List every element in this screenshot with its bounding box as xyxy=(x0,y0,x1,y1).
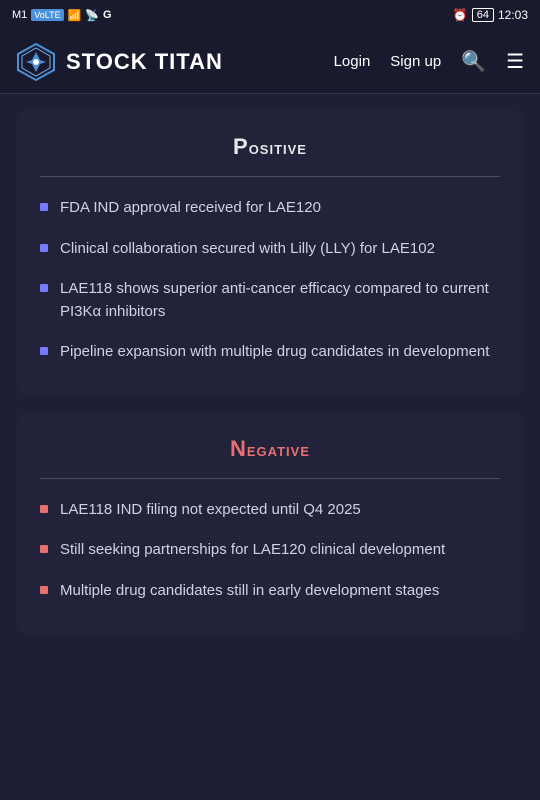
list-item: Multiple drug candidates still in early … xyxy=(40,580,500,603)
menu-icon[interactable]: ☰ xyxy=(506,49,524,74)
status-bar: M1 VoLTE 📶 📡 G ⏰ 64 12:03 xyxy=(0,0,540,30)
list-item: Still seeking partnerships for LAE120 cl… xyxy=(40,539,500,562)
logo-text: STOCK TITAN xyxy=(66,49,223,75)
bullet-marker xyxy=(40,586,48,594)
bullet-marker xyxy=(40,284,48,292)
logo-area: STOCK TITAN xyxy=(16,42,334,82)
negative-divider xyxy=(40,478,500,479)
bullet-marker xyxy=(40,203,48,211)
list-item: Pipeline expansion with multiple drug ca… xyxy=(40,341,500,364)
positive-title: Positive xyxy=(40,134,500,160)
status-time: ⏰ 64 12:03 xyxy=(453,8,528,22)
navbar: STOCK TITAN Login Sign up 🔍 ☰ xyxy=(0,30,540,94)
bullet-marker xyxy=(40,505,48,513)
list-item: LAE118 IND filing not expected until Q4 … xyxy=(40,499,500,522)
negative-list: LAE118 IND filing not expected until Q4 … xyxy=(40,499,500,603)
list-item: Clinical collaboration secured with Lill… xyxy=(40,238,500,261)
status-carrier: M1 VoLTE 📶 📡 G xyxy=(12,9,112,22)
negative-title: Negative xyxy=(40,436,500,462)
positive-section: Positive FDA IND approval received for L… xyxy=(16,110,524,396)
bullet-marker xyxy=(40,244,48,252)
login-link[interactable]: Login xyxy=(334,53,371,70)
bullet-marker xyxy=(40,545,48,553)
search-icon[interactable]: 🔍 xyxy=(461,49,486,74)
signup-link[interactable]: Sign up xyxy=(390,53,441,70)
main-content: Positive FDA IND approval received for L… xyxy=(0,94,540,800)
list-item: FDA IND approval received for LAE120 xyxy=(40,197,500,220)
logo-icon xyxy=(16,42,56,82)
list-item: LAE118 shows superior anti-cancer effica… xyxy=(40,278,500,323)
nav-links: Login Sign up 🔍 ☰ xyxy=(334,49,524,74)
negative-section: Negative LAE118 IND filing not expected … xyxy=(16,412,524,635)
positive-divider xyxy=(40,176,500,177)
positive-list: FDA IND approval received for LAE120 Cli… xyxy=(40,197,500,364)
bullet-marker xyxy=(40,347,48,355)
